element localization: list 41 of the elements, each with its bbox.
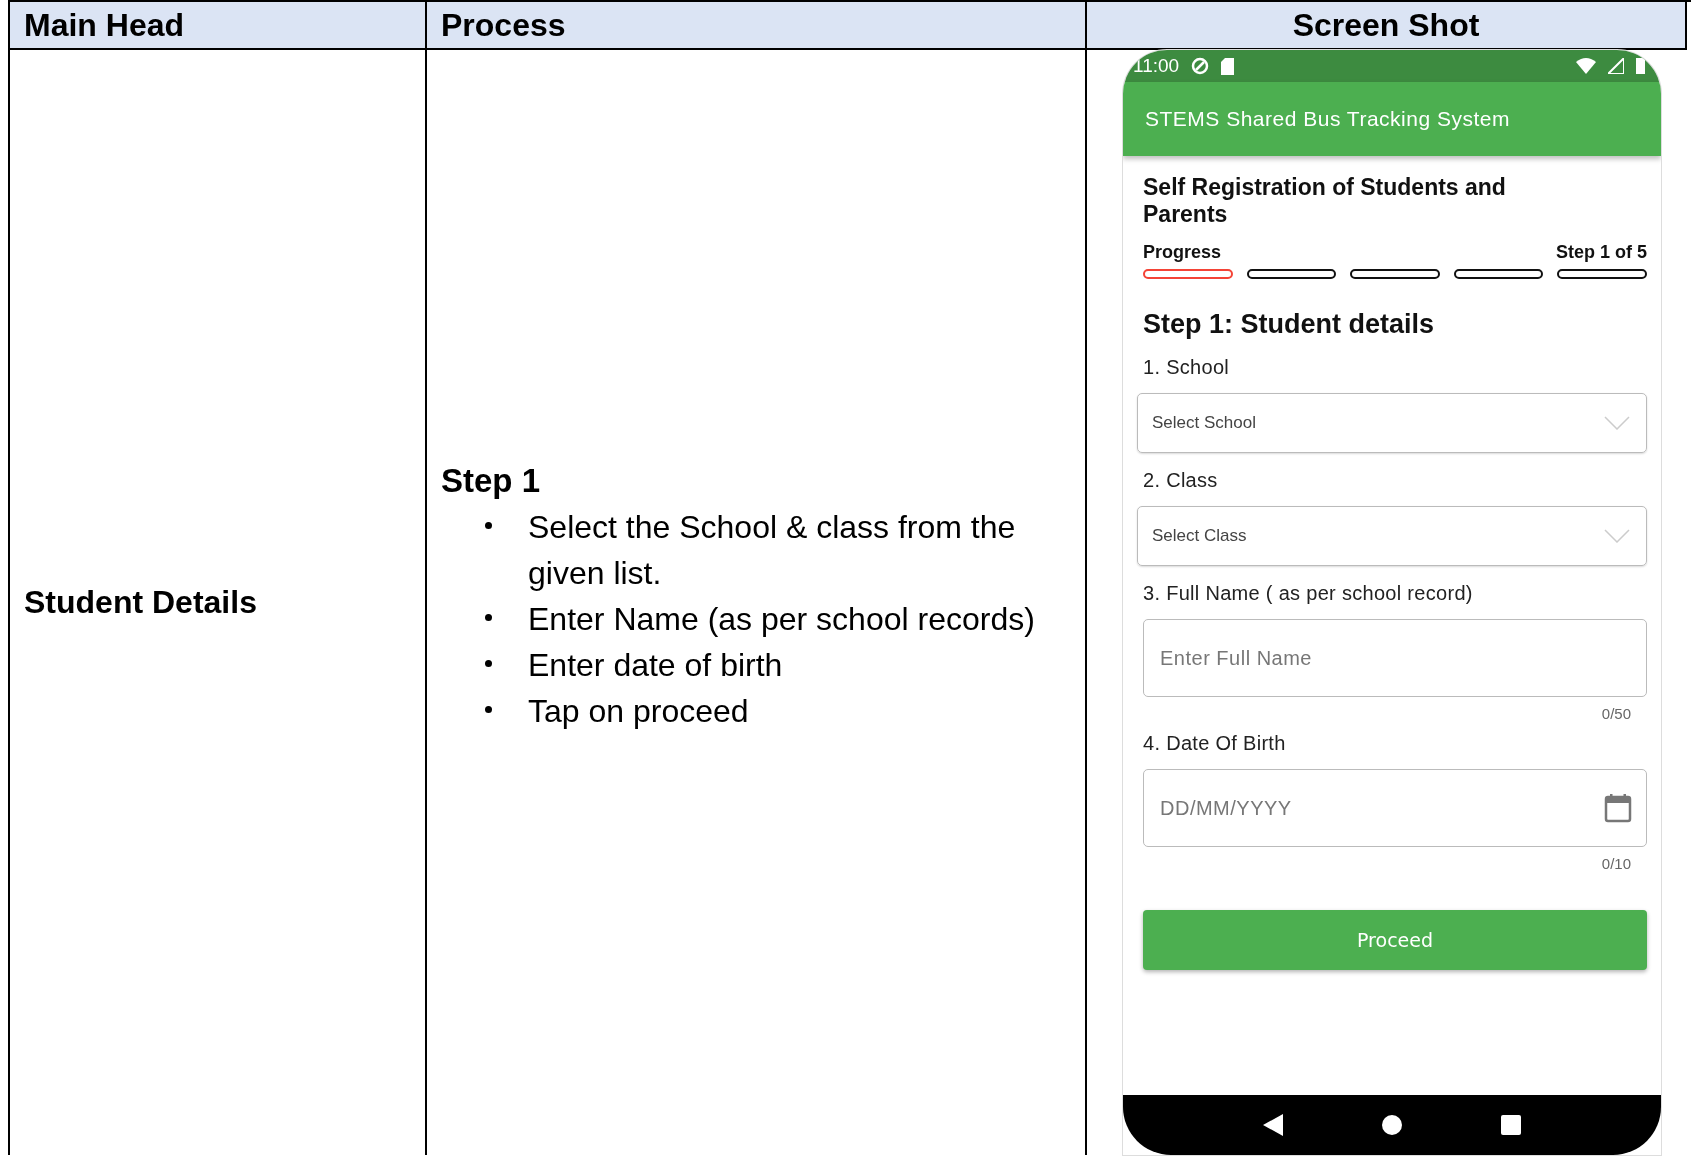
input-field[interactable]: Enter Full Name	[1143, 619, 1647, 697]
date-field[interactable]: DD/MM/YYYY	[1143, 769, 1647, 847]
wifi-icon	[1576, 58, 1596, 74]
character-counter: 0/10	[1601, 855, 1631, 872]
calendar-icon[interactable]	[1604, 793, 1632, 823]
character-counter: 0/50	[1601, 705, 1631, 722]
step-counter: Step 1 of 5	[1555, 242, 1647, 263]
app-title: STEMS Shared Bus Tracking System	[1145, 107, 1510, 131]
field-label: 2. Class	[1143, 469, 1219, 492]
field-label: 4. Date Of Birth	[1143, 732, 1287, 755]
status-time: 11:00	[1133, 55, 1180, 77]
bullet-text: Enter date of birth	[528, 645, 784, 685]
field-label: 1. School	[1143, 356, 1231, 379]
sd-card-icon	[1221, 57, 1235, 75]
back-icon[interactable]	[1262, 1114, 1283, 1136]
bullet-icon	[485, 659, 492, 667]
sync-icon	[1191, 57, 1210, 75]
field-label: 3. Full Name ( as per school record)	[1143, 582, 1474, 605]
column-header: Process	[427, 2, 1087, 50]
select-dropdown[interactable]: Select School	[1137, 393, 1647, 453]
bullet-icon	[485, 705, 492, 713]
bullet-text: Tap on proceed	[528, 691, 750, 731]
bullet-text: Select the School & class from the given list.	[528, 507, 1017, 593]
progress-label: Progress	[1143, 242, 1222, 263]
bullet-icon	[485, 521, 492, 529]
battery-icon	[1636, 58, 1645, 74]
home-icon[interactable]	[1382, 1115, 1402, 1135]
section-title: Step 1: Student details	[1143, 309, 1436, 340]
recents-icon[interactable]	[1501, 1115, 1522, 1135]
signal-icon	[1608, 58, 1624, 74]
proceed-button[interactable]: Proceed	[1143, 910, 1647, 970]
column-header: Main Head	[10, 2, 427, 50]
bullet-text: Enter Name (as per school records)	[528, 599, 1036, 639]
chevron-down-icon	[1604, 529, 1630, 543]
page-title: Self Registration of Students and Parents	[1143, 174, 1507, 228]
step-heading: Step 1	[441, 461, 542, 500]
table-cell: Student Details	[24, 584, 257, 621]
select-dropdown[interactable]: Select Class	[1137, 506, 1647, 566]
chevron-down-icon	[1604, 416, 1630, 430]
bullet-icon	[485, 613, 492, 621]
column-header: Screen Shot	[1087, 2, 1687, 50]
